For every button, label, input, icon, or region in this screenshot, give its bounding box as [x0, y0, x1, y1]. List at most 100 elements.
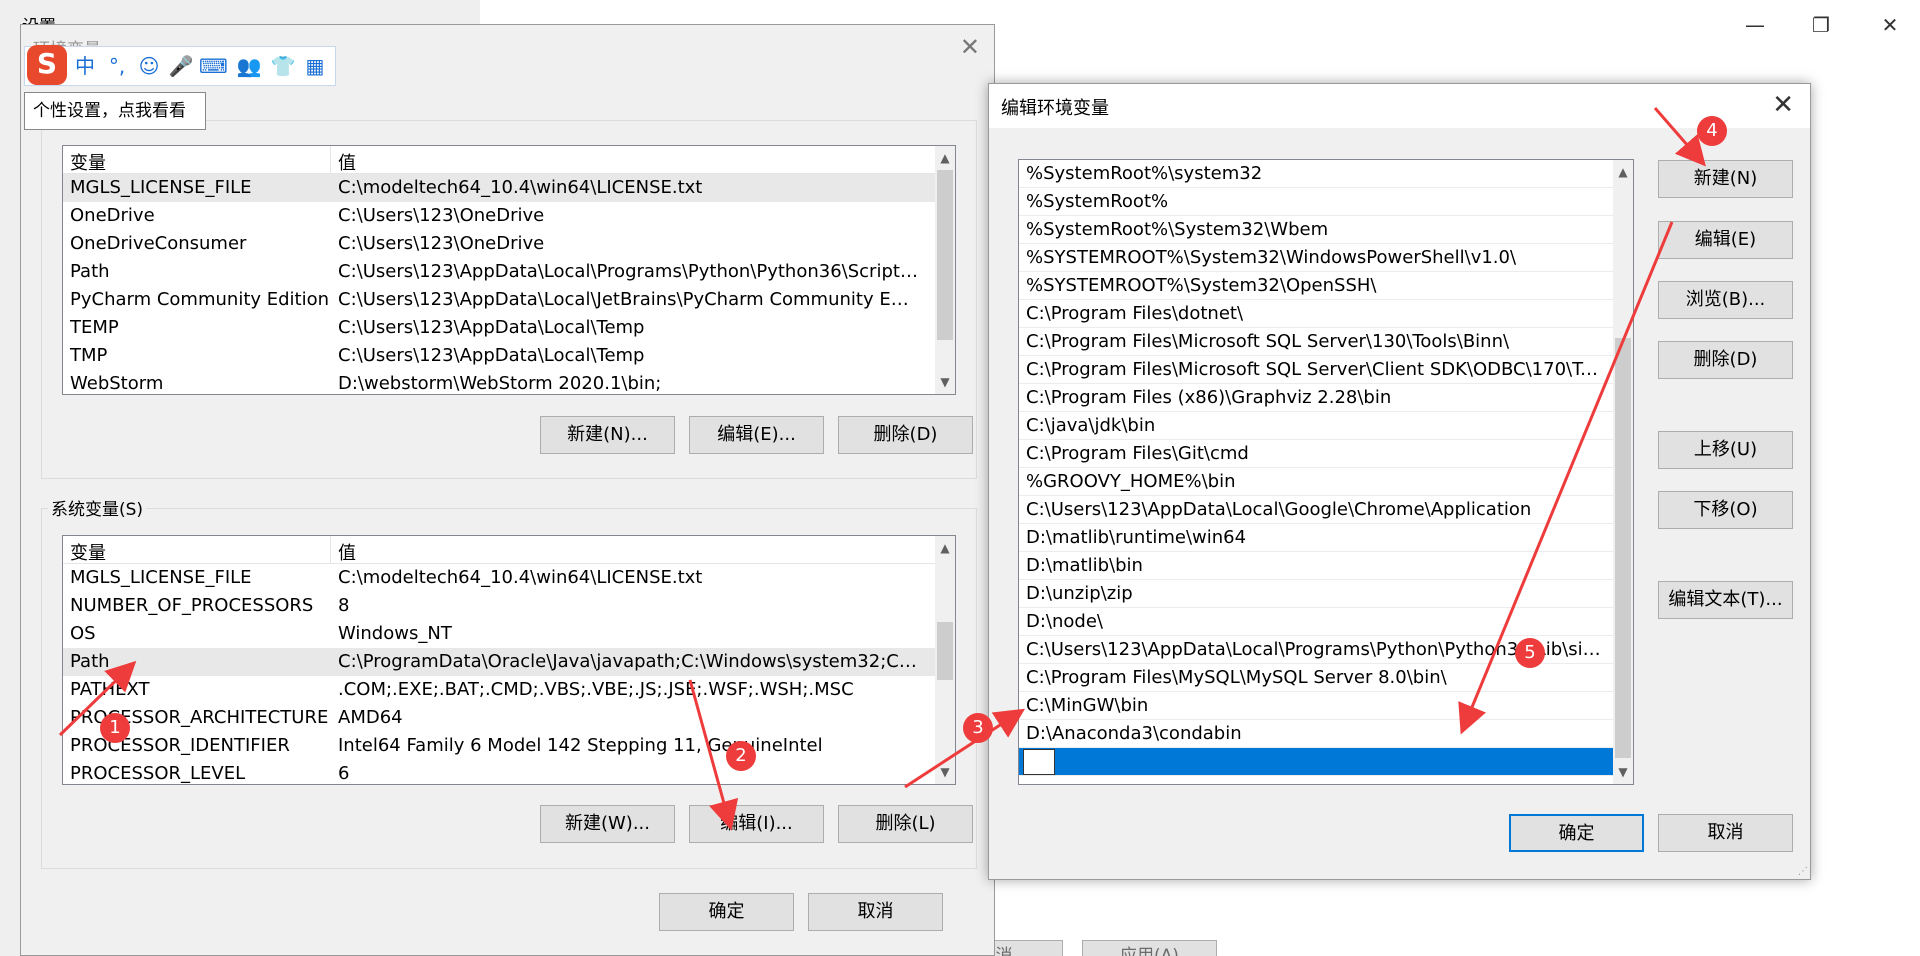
- list-item[interactable]: %SYSTEMROOT%\System32\WindowsPowerShell\…: [1019, 244, 1613, 272]
- table-row[interactable]: PyCharm Community Edition C:\Users\123\Ap…: [63, 286, 935, 314]
- list-item[interactable]: C:\Program Files\Git\cmd: [1019, 440, 1613, 468]
- delete-button[interactable]: 删除(D): [1658, 341, 1793, 379]
- toolbox-icon[interactable]: ▦: [301, 52, 329, 80]
- env-cancel-button[interactable]: 取消: [808, 893, 943, 931]
- table-row[interactable]: Path C:\Users\123\AppData\Local\Programs\…: [63, 258, 935, 286]
- table-row[interactable]: MGLS_LICENSE_FILE C:\modeltech64_10.4\win…: [63, 174, 935, 202]
- list-item[interactable]: C:\java\jdk\bin: [1019, 412, 1613, 440]
- ok-button[interactable]: 确定: [1509, 814, 1644, 852]
- table-row[interactable]: OneDriveConsumer C:\Users\123\OneDrive: [63, 230, 935, 258]
- close-icon[interactable]: ✕: [960, 33, 980, 61]
- scroll-thumb[interactable]: [937, 170, 953, 340]
- new-path-item[interactable]: [1019, 748, 1613, 776]
- scrollbar[interactable]: ▲ ▼: [935, 146, 955, 394]
- scroll-down-icon[interactable]: ▼: [935, 372, 955, 392]
- list-item[interactable]: D:\matlib\runtime\win64: [1019, 524, 1613, 552]
- new-button[interactable]: 新建(N): [1658, 160, 1793, 198]
- list-item[interactable]: %SYSTEMROOT%\System32\OpenSSH\: [1019, 272, 1613, 300]
- scroll-thumb[interactable]: [1615, 338, 1631, 758]
- list-item[interactable]: C:\Program Files\Microsoft SQL Server\Cl…: [1019, 356, 1613, 384]
- system-variables-list[interactable]: 变量 值 MGLS_LICENSE_FILE C:\modeltech64_10.…: [62, 535, 956, 785]
- restore-icon[interactable]: ❐: [1801, 10, 1841, 40]
- table-row[interactable]: NUMBER_OF_PROCESSORS 8: [63, 592, 935, 620]
- list-item[interactable]: %SystemRoot%: [1019, 188, 1613, 216]
- list-item[interactable]: %SystemRoot%\System32\Wbem: [1019, 216, 1613, 244]
- browse-button[interactable]: 浏览(B)...: [1658, 281, 1793, 319]
- column-variable[interactable]: 变量: [70, 149, 106, 175]
- settings-apply-button[interactable]: 应用(A): [1082, 940, 1217, 956]
- ime-toolbar: S 中 °, ☺ 🎤 ⌨ 👥 👕 ▦: [24, 45, 336, 86]
- system-edit-button[interactable]: 编辑(I)...: [689, 805, 824, 843]
- user-delete-button[interactable]: 删除(D): [838, 416, 973, 454]
- list-item[interactable]: C:\Program Files (x86)\Graphviz 2.28\bin: [1019, 384, 1613, 412]
- system-new-button[interactable]: 新建(W)...: [540, 805, 675, 843]
- column-value[interactable]: 值: [338, 149, 356, 175]
- system-delete-button[interactable]: 删除(L): [838, 805, 973, 843]
- table-row[interactable]: OneDrive C:\Users\123\OneDrive: [63, 202, 935, 230]
- table-row[interactable]: PROCESSOR_LEVEL 6: [63, 760, 935, 784]
- scroll-up-icon[interactable]: ▲: [935, 538, 955, 558]
- user-edit-button[interactable]: 编辑(E)...: [689, 416, 824, 454]
- table-row[interactable]: TMP C:\Users\123\AppData\Local\Temp: [63, 342, 935, 370]
- punctuation-icon[interactable]: °,: [103, 52, 131, 80]
- table-row[interactable]: OS Windows_NT: [63, 620, 935, 648]
- scrollbar[interactable]: ▲ ▼: [935, 536, 955, 784]
- list-item[interactable]: %SystemRoot%\system32: [1019, 160, 1613, 188]
- list-item[interactable]: D:\node\: [1019, 608, 1613, 636]
- annotation-badge-5: 5: [1515, 638, 1545, 668]
- table-row[interactable]: Path C:\ProgramData\Oracle\Java\javapath;…: [63, 648, 935, 676]
- annotation-badge-2: 2: [726, 741, 756, 771]
- chinese-mode-icon[interactable]: 中: [71, 52, 99, 80]
- dialog-titlebar: 编辑环境变量 ✕: [989, 84, 1810, 128]
- emoji-icon[interactable]: ☺: [135, 52, 163, 80]
- minimize-icon[interactable]: —: [1735, 10, 1775, 40]
- scroll-thumb[interactable]: [937, 622, 953, 680]
- user-variables-group: 变量 值 MGLS_LICENSE_FILE C:\modeltech64_10.…: [41, 120, 977, 479]
- close-icon[interactable]: ✕: [1772, 90, 1794, 120]
- skin-icon[interactable]: 👕: [269, 52, 297, 80]
- column-value[interactable]: 值: [338, 539, 356, 565]
- cancel-button[interactable]: 取消: [1658, 814, 1793, 852]
- list-item[interactable]: C:\Program Files\dotnet\: [1019, 300, 1613, 328]
- table-row[interactable]: WebStorm D:\webstorm\WebStorm 2020.1\bin;: [63, 370, 935, 394]
- list-item[interactable]: C:\Users\123\AppData\Local\Google\Chrome…: [1019, 496, 1613, 524]
- scroll-up-icon[interactable]: ▲: [935, 148, 955, 168]
- table-row[interactable]: PATHEXT .COM;.EXE;.BAT;.CMD;.VBS;.VBE;.JS…: [63, 676, 935, 704]
- list-item[interactable]: D:\unzip\zip: [1019, 580, 1613, 608]
- list-item[interactable]: %GROOVY_HOME%\bin: [1019, 468, 1613, 496]
- user-icon[interactable]: 👥: [235, 52, 263, 80]
- list-header: 变量 值: [63, 146, 935, 174]
- resize-grip-icon[interactable]: ⋰: [1798, 866, 1808, 877]
- dialog-title: 编辑环境变量: [1001, 98, 1109, 119]
- scroll-down-icon[interactable]: ▼: [935, 762, 955, 782]
- list-item[interactable]: C:\MinGW\bin: [1019, 692, 1613, 720]
- microphone-icon[interactable]: 🎤: [167, 52, 195, 80]
- user-variables-list[interactable]: 变量 值 MGLS_LICENSE_FILE C:\modeltech64_10.…: [62, 145, 956, 395]
- table-row[interactable]: PROCESSOR_ARCHITECTURE AMD64: [63, 704, 935, 732]
- path-edit-input[interactable]: [1023, 749, 1055, 775]
- edit-text-button[interactable]: 编辑文本(T)...: [1658, 581, 1793, 619]
- list-item[interactable]: C:\Program Files\MySQL\MySQL Server 8.0\…: [1019, 664, 1613, 692]
- move-up-button[interactable]: 上移(U): [1658, 431, 1793, 469]
- scroll-up-icon[interactable]: ▲: [1613, 162, 1633, 182]
- table-row[interactable]: PROCESSOR_IDENTIFIER Intel64 Family 6 Mod…: [63, 732, 935, 760]
- user-new-button[interactable]: 新建(N)...: [540, 416, 675, 454]
- list-item[interactable]: D:\Anaconda3\condabin: [1019, 720, 1613, 748]
- group-label: 系统变量(S): [48, 495, 147, 520]
- move-down-button[interactable]: 下移(O): [1658, 491, 1793, 529]
- keyboard-icon[interactable]: ⌨: [199, 52, 228, 80]
- table-row[interactable]: MGLS_LICENSE_FILE C:\modeltech64_10.4\win…: [63, 564, 935, 592]
- list-item[interactable]: D:\matlib\bin: [1019, 552, 1613, 580]
- column-variable[interactable]: 变量: [70, 539, 106, 565]
- sogou-logo-icon[interactable]: S: [27, 45, 67, 85]
- list-item[interactable]: C:\Program Files\Microsoft SQL Server\13…: [1019, 328, 1613, 356]
- scroll-down-icon[interactable]: ▼: [1613, 762, 1633, 782]
- path-list[interactable]: %SystemRoot%\system32 %SystemRoot% %Syst…: [1018, 159, 1634, 785]
- close-icon[interactable]: ✕: [1870, 10, 1910, 40]
- system-variables-group: 系统变量(S) 变量 值 MGLS_LICENSE_FILE C:\modelte…: [41, 495, 977, 869]
- list-header: 变量 值: [63, 536, 935, 564]
- env-ok-button[interactable]: 确定: [659, 893, 794, 931]
- scrollbar[interactable]: ▲ ▼: [1613, 160, 1633, 784]
- edit-button[interactable]: 编辑(E): [1658, 221, 1793, 259]
- table-row[interactable]: TEMP C:\Users\123\AppData\Local\Temp: [63, 314, 935, 342]
